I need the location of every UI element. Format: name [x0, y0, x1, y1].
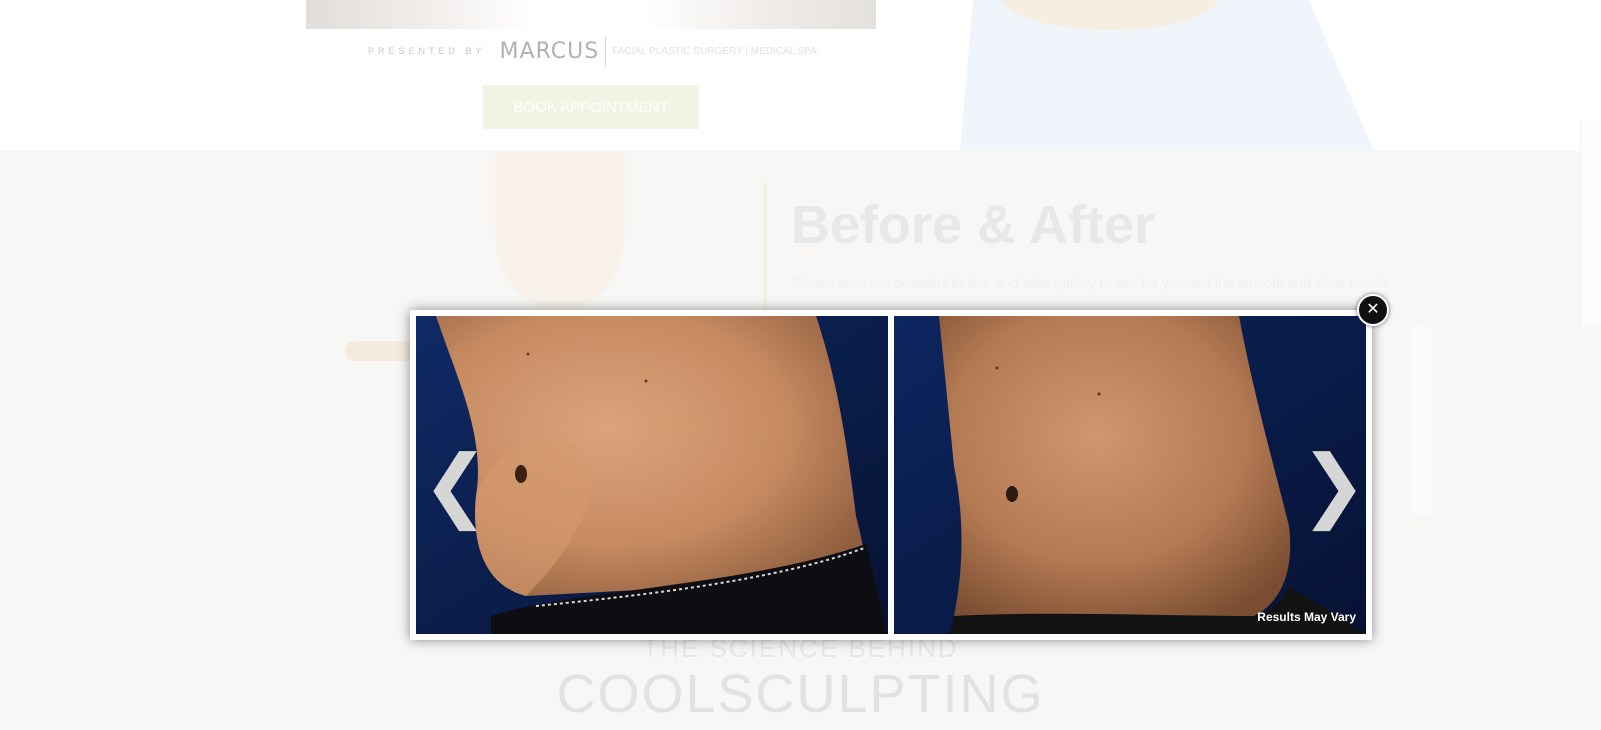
after-photo: Results May Vary: [894, 316, 1366, 634]
lightbox-modal: Results May Vary ❮ ❯: [410, 310, 1372, 640]
previous-arrow-icon[interactable]: ❮: [422, 445, 489, 525]
close-button[interactable]: ✕: [1357, 294, 1389, 326]
after-photo-image: [894, 316, 1366, 634]
results-disclaimer: Results May Vary: [1257, 610, 1356, 624]
next-arrow-icon[interactable]: ❯: [1300, 445, 1367, 525]
close-icon: ✕: [1366, 301, 1380, 318]
